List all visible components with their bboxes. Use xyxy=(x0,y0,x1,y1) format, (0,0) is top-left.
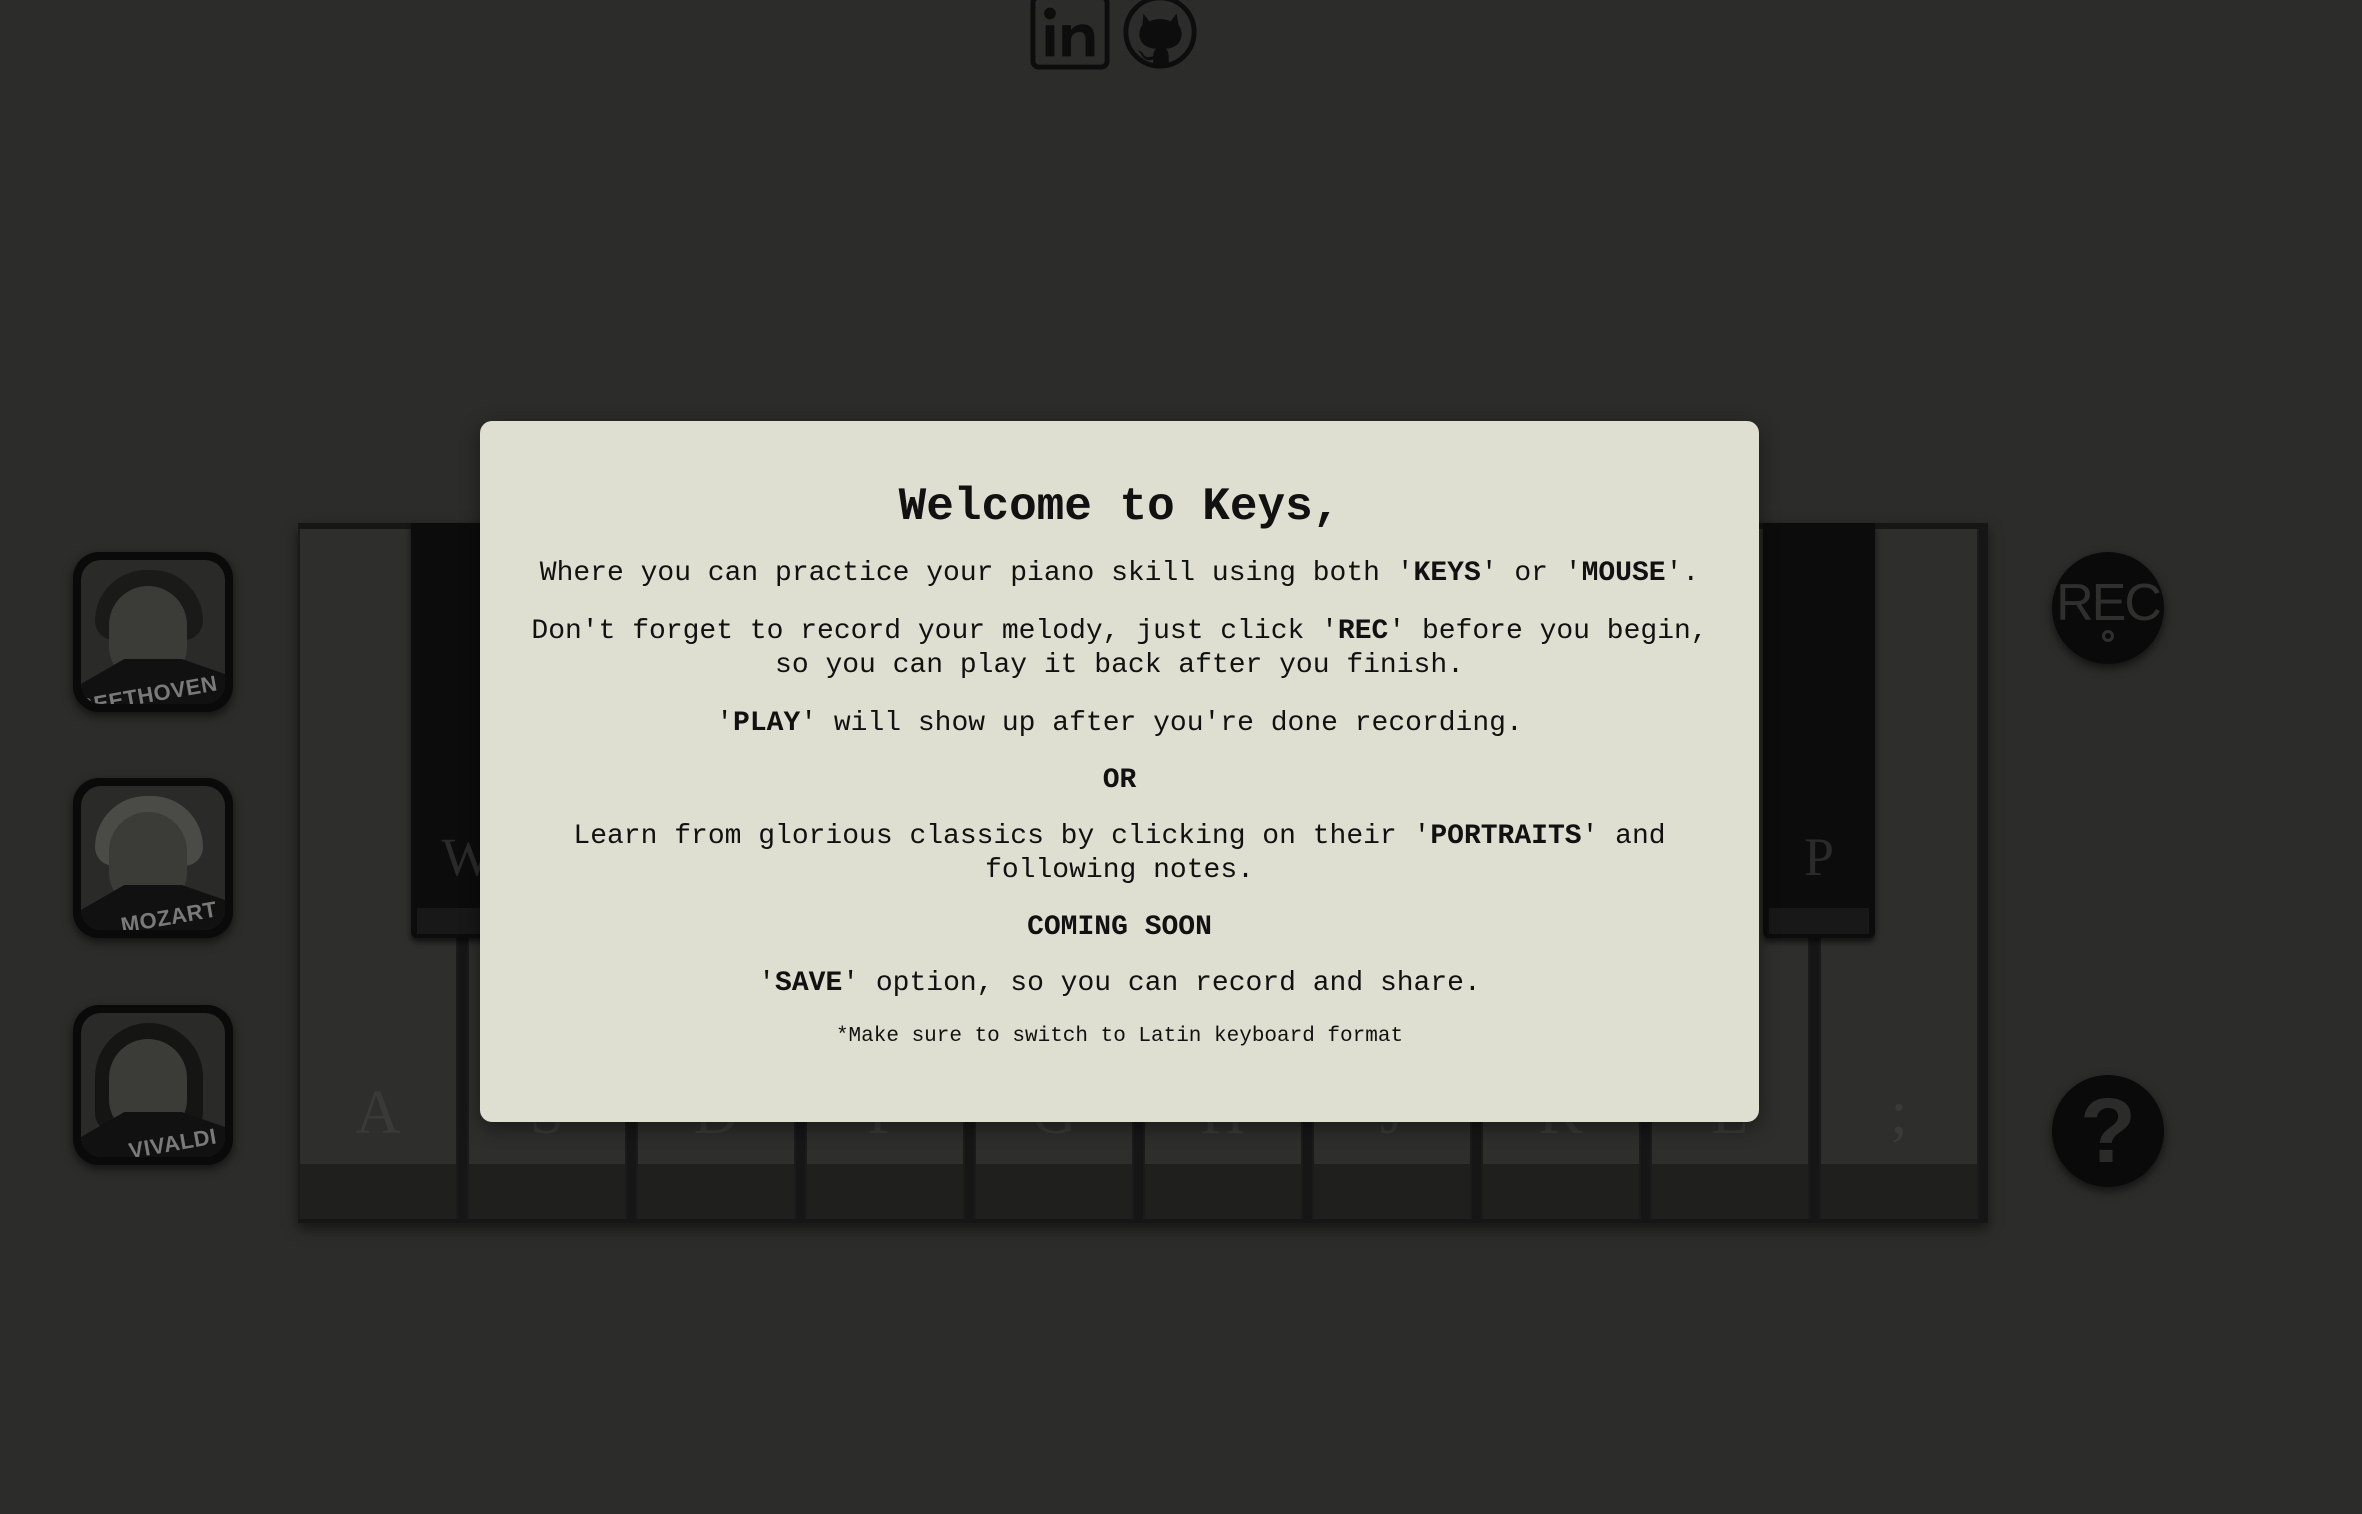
welcome-modal[interactable]: Welcome to Keys, Where you can practice … xyxy=(480,421,1759,1122)
save-note: 'SAVE' option, so you can record and sha… xyxy=(758,968,1481,999)
modal-title: Welcome to Keys, xyxy=(898,481,1341,533)
github-icon[interactable] xyxy=(1120,0,1200,70)
social-links xyxy=(1030,0,1200,70)
or-divider: OR xyxy=(1102,765,1137,796)
key-label: P xyxy=(1803,827,1835,887)
key-label: A xyxy=(355,1079,401,1147)
portrait-vivaldi[interactable]: VIVALDI xyxy=(73,1005,233,1165)
intro-text: Where you can practice your piano skill … xyxy=(539,558,1700,589)
help-icon: ? xyxy=(2079,1080,2137,1182)
keyboard-footnote: *Make sure to switch to Latin keyboard f… xyxy=(835,1025,1404,1048)
rec-button[interactable]: REC xyxy=(2052,552,2164,664)
coming-soon-heading: COMING SOON xyxy=(1027,912,1212,943)
portrait-mozart[interactable]: MOZART xyxy=(73,778,233,938)
help-button[interactable]: ? xyxy=(2052,1075,2164,1187)
play-instructions: 'PLAY' will show up after you're done re… xyxy=(716,708,1523,739)
black-key-p[interactable]: P xyxy=(1763,523,1875,938)
portraits-instructions: Learn from glorious classics by clicking… xyxy=(573,821,1666,886)
app-stage: A S D F G H J K L ; W E T Y U O P BEETHO… xyxy=(0,0,2362,1514)
rec-label: REC xyxy=(2056,574,2162,632)
key-label: ; xyxy=(1890,1079,1908,1147)
record-dot-icon xyxy=(2102,630,2114,642)
linkedin-icon[interactable] xyxy=(1030,0,1110,70)
portrait-beethoven[interactable]: BEETHOVEN xyxy=(73,552,233,712)
record-instructions: Don't forget to record your melody, just… xyxy=(531,616,1708,681)
